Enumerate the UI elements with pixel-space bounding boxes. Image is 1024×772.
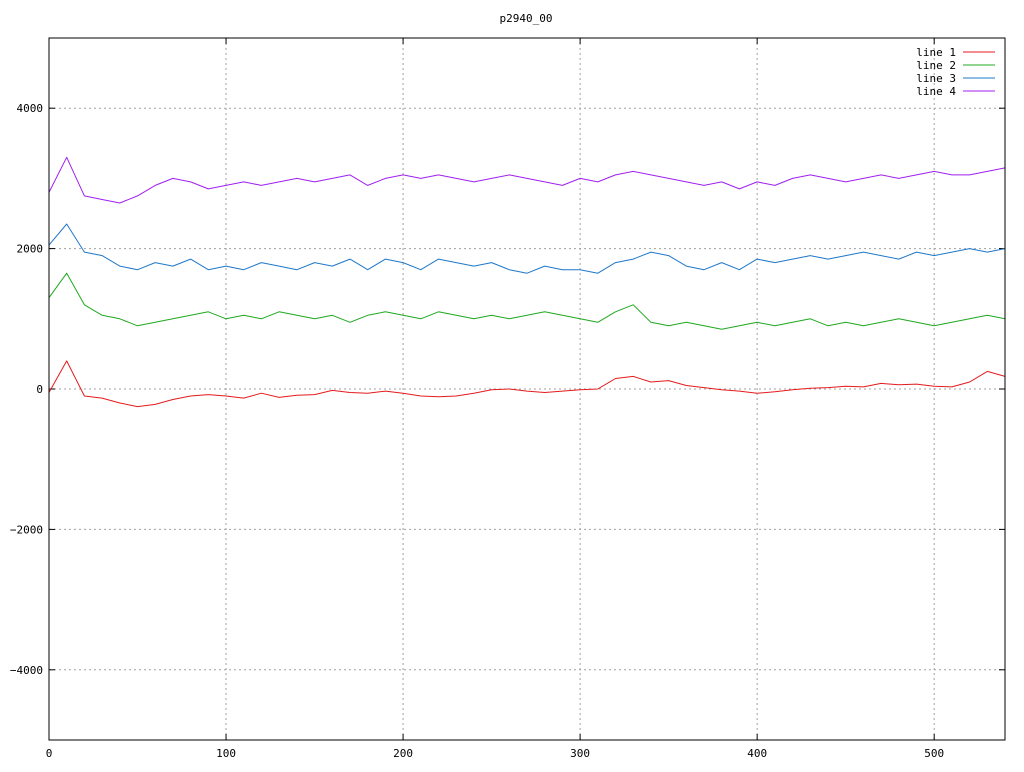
x-tick-label: 100 <box>216 747 236 760</box>
x-tick-label: 300 <box>570 747 590 760</box>
x-tick-label: 500 <box>924 747 944 760</box>
legend-label-1: line 1 <box>916 46 956 59</box>
y-tick-label: 2000 <box>17 243 44 256</box>
x-tick-label: 0 <box>46 747 53 760</box>
legend-label-3: line 3 <box>916 72 956 85</box>
chart-background <box>0 0 1024 768</box>
y-tick-label: −2000 <box>10 523 43 536</box>
chart-title: p2940_00 <box>500 12 553 25</box>
y-tick-label: 0 <box>36 383 43 396</box>
x-tick-label: 200 <box>393 747 413 760</box>
x-tick-label: 400 <box>747 747 767 760</box>
chart-svg: p2940_00 0 100 200 300 400 500 −4000 −2000 0 2000… <box>0 0 1024 768</box>
legend-label-2: line 2 <box>916 59 956 72</box>
chart-root: p2940_00 0 100 200 300 400 500 −4000 −2000 0 2000… <box>0 0 1024 768</box>
y-tick-label: 4000 <box>17 102 44 115</box>
legend-label-4: line 4 <box>916 85 956 98</box>
y-tick-label: −4000 <box>10 664 43 677</box>
